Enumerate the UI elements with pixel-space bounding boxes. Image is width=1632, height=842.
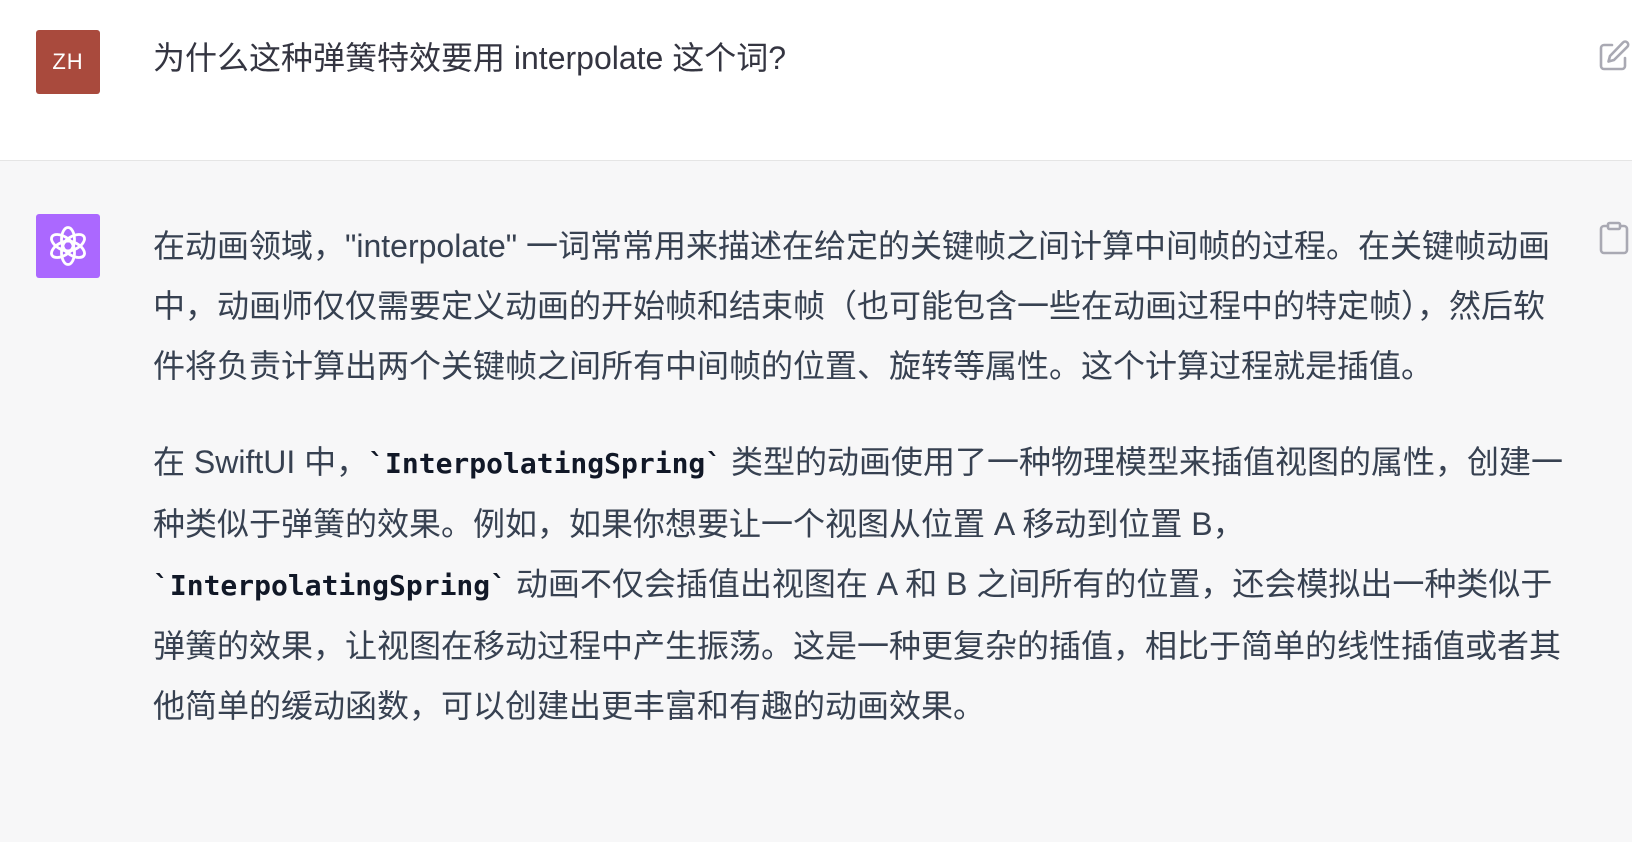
assistant-avatar — [36, 214, 100, 278]
assistant-message-row: 在动画领域，"interpolate" 一词常常用来描述在给定的关键帧之间计算中… — [0, 161, 1632, 842]
inline-code-interpolating-spring: `InterpolatingSpring` — [368, 447, 723, 480]
assistant-paragraph-2: 在 SwiftUI 中，`InterpolatingSpring` 类型的动画使… — [153, 432, 1573, 736]
assistant-paragraph-1: 在动画领域，"interpolate" 一词常常用来描述在给定的关键帧之间计算中… — [153, 228, 1551, 384]
openai-logo-icon — [50, 226, 86, 266]
user-avatar-initials: ZH — [52, 49, 84, 74]
paragraph-2-text-1: 在 SwiftUI 中， — [153, 444, 369, 480]
user-message-row: ZH 为什么这种弹簧特效要用 interpolate 这个词? — [0, 0, 1632, 161]
assistant-message-content: 在动画领域，"interpolate" 一词常常用来描述在给定的关键帧之间计算中… — [153, 216, 1573, 736]
user-message-text: 为什么这种弹簧特效要用 interpolate 这个词? — [153, 40, 787, 76]
edit-icon[interactable] — [1596, 38, 1632, 74]
clipboard-icon[interactable] — [1598, 221, 1630, 255]
user-avatar: ZH — [36, 30, 100, 94]
inline-code-interpolating-spring: `InterpolatingSpring` — [153, 569, 508, 602]
